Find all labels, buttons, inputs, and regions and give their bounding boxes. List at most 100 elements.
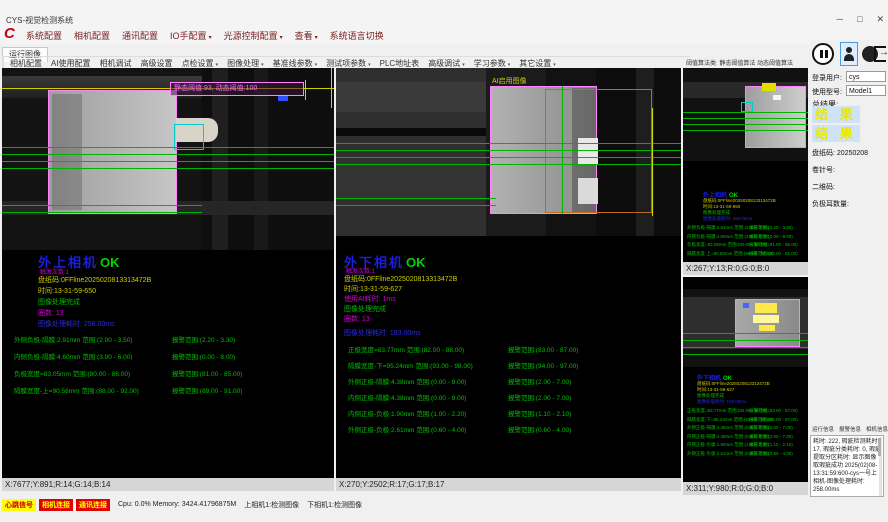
window-title: CYS-视觉检测系统 xyxy=(6,15,73,26)
info-field: 负极耳数量: xyxy=(812,199,886,209)
overlay-yellow-mark xyxy=(753,315,779,323)
exit-button[interactable]: → xyxy=(874,44,888,64)
loop-count: 圈数: 13 xyxy=(38,308,64,318)
capture-time: 时间:13-31-59-650 xyxy=(38,286,96,296)
reel-code: 盘纸码:0FFline2025020813313472B xyxy=(38,275,151,285)
overlay-green-vline xyxy=(562,86,563,214)
maximize-icon[interactable]: □ xyxy=(857,14,862,25)
overlay-green-line xyxy=(2,168,334,169)
reel-code: 盘纸码:0FFline2025020813313472B xyxy=(344,274,457,284)
menu-item[interactable]: 系统配置▾ xyxy=(26,29,62,42)
log-tab[interactable]: 报警信息 xyxy=(839,425,861,433)
measurement-list: 正极宽度=83.77mm 范围:(82.00 - 88.00)报警范围:(83.… xyxy=(687,408,805,459)
process-elapsed: 图像处理耗时: 183.00ms xyxy=(344,328,421,338)
toolbar-item[interactable]: 相机配置▾ xyxy=(10,58,42,69)
cursor-coords-readout: X:267;Y:13;R:0;G:0;B:0 xyxy=(683,262,808,275)
measurement-row: 外侧负极-隔膜:2.91mm 范围:(2.00 - 3.50)报警范围:(2.2… xyxy=(687,225,805,231)
menu-item[interactable]: 通讯配置▾ xyxy=(122,29,158,42)
overlay-green-line xyxy=(2,154,334,155)
model-field[interactable]: Model1 xyxy=(846,85,886,96)
log-text: 耗时: 222, 瑕疵检测耗时: 17, 瑕疵分类耗时: 0, 瑕疵提取分区耗时… xyxy=(813,439,881,493)
overlay-yellow-mark xyxy=(759,325,775,331)
toolbar-item[interactable]: AI使用配置▾ xyxy=(51,58,91,69)
overlay-green-line xyxy=(336,198,496,199)
cursor-coords-readout: X:311;Y:980;R:0;G:0;B:0 xyxy=(683,482,808,495)
tab-blob xyxy=(578,178,598,204)
minimize-icon[interactable]: ─ xyxy=(837,14,843,25)
threshold-overlay-label: 静态阈值:93, 动态阈值:100 xyxy=(170,82,304,96)
toolbar-item[interactable]: 学习参数▾ xyxy=(474,58,511,69)
menubar: C 系统配置▾相机配置▾通讯配置▾IO手配置▾光源控制配置▾查看▾系统语言切换▾ xyxy=(0,26,888,44)
status-badge: 相机连接 xyxy=(39,499,73,511)
lower-camera-status: 下相机1:检测图像 xyxy=(307,500,362,510)
overlay-yellow-mark xyxy=(755,303,777,313)
menu-item[interactable]: 查看▾ xyxy=(295,29,318,42)
app-window: CYS-视觉检测系统 ─ □ ✕ C 系统配置▾相机配置▾通讯配置▾IO手配置▾… xyxy=(0,0,888,522)
panel-thumb-upper: 外上相机OK 盘纸码:0FFline2025020813313472B 时间:1… xyxy=(683,68,808,275)
overlay-green-line xyxy=(683,118,808,119)
user-login-button[interactable] xyxy=(840,42,858,66)
measurement-row: 外侧负极-隔膜:2.91mm 范围:(2.00 - 3.50)报警范围:(2.2… xyxy=(14,334,332,344)
log-scrollbar[interactable] xyxy=(879,437,882,497)
overlay-green-line xyxy=(2,161,334,162)
measurement-row: 内侧正极-隔膜:4.38mm 范围:(0.00 - 9.00)报警范围:(2.0… xyxy=(687,434,805,440)
log-area[interactable]: 耗时: 222, 瑕疵检测耗时: 17, 瑕疵分类耗时: 0, 瑕疵提取分区耗时… xyxy=(810,435,884,497)
toolbar-item[interactable]: 点检设置▾ xyxy=(182,58,219,69)
login-user-field[interactable]: cys xyxy=(846,71,886,82)
measurement-row: 负极宽度=83.05mm 范围:(80.00 - 86.00)报警范围:(81.… xyxy=(14,368,332,378)
panel-camera-upper: 静态阈值:93, 动态阈值:100 外上相机OK 触发次数:1 盘纸码:0FFl… xyxy=(2,68,334,491)
measurement-row: 隔膜宽度-下=95.24mm 范围:(93.00 - 98.00)报警范围:(9… xyxy=(348,360,678,370)
overlay-yellow-vline xyxy=(652,108,653,216)
overlay-cyan-box xyxy=(741,102,753,112)
toolbar-item[interactable]: 测试项参数▾ xyxy=(326,58,371,69)
pause-icon xyxy=(820,50,823,58)
overlay-green-line xyxy=(336,143,681,144)
overlay-yellow-mark xyxy=(762,83,776,91)
thumb-image-lower[interactable] xyxy=(683,289,808,367)
overlay-blue-mark xyxy=(743,303,749,308)
measurement-row: 负极宽度=83.05mm 范围:(80.00 - 86.00)报警范围:(81.… xyxy=(687,242,805,248)
measurement-list: 正极宽度=83.77mm 范围:(82.00 - 88.00)报警范围:(83.… xyxy=(348,344,678,440)
toolbar-item[interactable]: 其它设置▾ xyxy=(519,58,556,69)
thumb-image-upper[interactable] xyxy=(683,68,808,161)
measurement-row: 隔膜宽度-下=95.24mm 范围:(93.00 - 98.00)报警范围:(9… xyxy=(687,417,805,423)
ai-elapsed: 使用AI耗时: 1ms xyxy=(344,294,396,304)
camera-image-lower[interactable]: AI启用图像 xyxy=(336,68,681,236)
overlay-white-mark xyxy=(773,95,781,100)
toolbar-item[interactable]: 高级设置▾ xyxy=(141,58,173,69)
overlay-green-line xyxy=(336,157,681,158)
measurement-row: 正极宽度=83.77mm 范围:(82.00 - 88.00)报警范围:(83.… xyxy=(687,408,805,414)
tab-row: 运行图像 xyxy=(2,44,48,56)
process-done: 图像处理完成 xyxy=(38,297,80,307)
overlay-green-line xyxy=(2,147,334,148)
toolbar-item[interactable]: 相机调试▾ xyxy=(100,58,132,69)
log-scrollbar-thumb[interactable] xyxy=(878,438,881,456)
overlay-yellow-vline xyxy=(305,80,306,100)
log-tab[interactable]: 相机信息 xyxy=(866,425,888,433)
close-icon[interactable]: ✕ xyxy=(876,14,884,25)
measurement-row: 外侧正极-隔膜:4.38mm 范围:(0.00 - 9.00)报警范围:(2.0… xyxy=(687,425,805,431)
overlay-green-line xyxy=(2,205,202,206)
camera-image-upper[interactable]: 静态阈值:93, 动态阈值:100 xyxy=(2,68,334,250)
pause-button[interactable] xyxy=(812,43,834,65)
menu-item[interactable]: 系统语言切换▾ xyxy=(330,29,384,42)
overlay-yellow-vline xyxy=(331,68,332,108)
toolbar-item[interactable]: 高级调试▾ xyxy=(428,58,465,69)
panel-thumb-lower: 外下相机OK 盘纸码:0FFline2025020813313472B 时间:1… xyxy=(683,277,808,495)
process-elapsed: 图像处理耗时: 258.00ms xyxy=(703,216,752,222)
toolbar-item[interactable]: 图像处理▾ xyxy=(227,58,264,69)
machine-slot xyxy=(336,128,486,136)
overlay-green-line xyxy=(683,333,808,334)
overlay-green-line xyxy=(683,112,808,113)
overlay-green-line xyxy=(336,150,681,151)
toolbar-item[interactable]: 基准线参数▾ xyxy=(273,58,318,69)
measurement-row: 隔膜宽度-上=90.56mm 范围:(88.00 - 92.00)报警范围:(8… xyxy=(687,251,805,257)
menu-item[interactable]: 光源控制配置▾ xyxy=(224,29,283,42)
log-tab[interactable]: 运行信息 xyxy=(812,425,834,433)
menu-item[interactable]: IO手配置▾ xyxy=(170,29,212,42)
menu-item[interactable]: 相机配置▾ xyxy=(74,29,110,42)
process-elapsed: 图像处理耗时: 258.00ms xyxy=(38,319,115,329)
measurement-row: 内侧负极-隔膜:4.60mm 范围:(3.00 - 6.00)报警范围:(0.0… xyxy=(687,234,805,240)
toolbar-item[interactable]: PLC地址表▾ xyxy=(380,58,420,69)
info-field: 二维码: xyxy=(812,182,886,192)
